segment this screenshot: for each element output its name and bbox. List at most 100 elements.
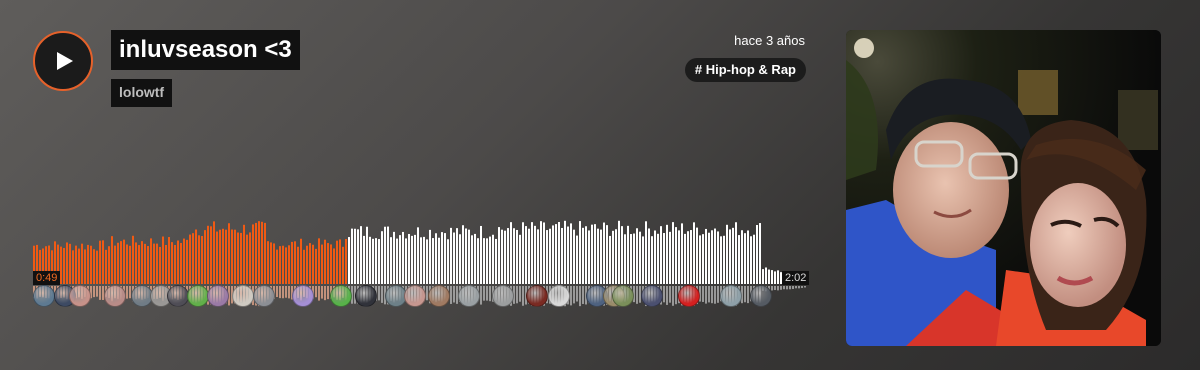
comment-avatar[interactable]: [69, 285, 91, 307]
waveform-bar: [438, 237, 440, 284]
waveform-bar: [540, 221, 542, 284]
waveform-bar: [375, 238, 377, 284]
waveform-bar: [330, 244, 332, 284]
waveform-bar: [258, 221, 260, 284]
comment-avatar[interactable]: [492, 285, 514, 307]
waveform-bar: [513, 228, 515, 284]
waveform-bar: [396, 238, 398, 284]
waveform-bar: [690, 230, 692, 284]
comment-avatar[interactable]: [207, 285, 229, 307]
waveform-bar: [564, 220, 566, 284]
comment-avatar[interactable]: [232, 285, 254, 307]
waveform-bar: [603, 222, 605, 284]
comment-avatar[interactable]: [548, 285, 570, 307]
waveform-bar: [477, 238, 479, 284]
waveform-bar: [507, 228, 509, 284]
waveform-bar: [303, 249, 305, 284]
waveform-bar: [609, 235, 611, 284]
waveform-bar: [102, 240, 104, 284]
waveform-bar: [273, 243, 275, 284]
waveform-bar: [342, 246, 344, 284]
waveform-bar: [687, 231, 689, 284]
waveform-bar: [588, 230, 590, 284]
waveform-bar: [279, 246, 281, 284]
artist-name[interactable]: lolowtf: [111, 79, 173, 107]
waveform-bar: [90, 245, 92, 284]
waveform-bar: [300, 238, 302, 284]
waveform-bar: [576, 235, 578, 284]
comment-avatar[interactable]: [253, 285, 275, 307]
waveform-bar: [714, 228, 716, 284]
waveform-bar: [369, 236, 371, 284]
waveform-bar: [591, 224, 593, 284]
waveform-bar: [555, 224, 557, 284]
waveform-bar: [537, 229, 539, 284]
waveform-bar: [120, 241, 122, 284]
waveform-bar: [333, 248, 335, 284]
comment-avatar[interactable]: [641, 285, 663, 307]
track-duration: 2:02: [782, 271, 810, 285]
waveform-bar: [441, 232, 443, 284]
waveform-bar: [516, 229, 518, 284]
waveform-bar: [240, 232, 242, 284]
comment-avatar[interactable]: [167, 285, 189, 307]
waveform-bar: [615, 229, 617, 284]
waveform-bar: [624, 234, 626, 284]
waveform-bar: [543, 222, 545, 284]
waveform-bar: [735, 222, 737, 284]
waveform-bar: [219, 229, 221, 284]
comment-avatar[interactable]: [104, 285, 126, 307]
waveform-bar: [327, 243, 329, 284]
track-title[interactable]: inluvseason <3: [111, 30, 300, 70]
waveform-bar: [771, 270, 773, 284]
waveform-bar: [483, 238, 485, 284]
waveform-bar: [255, 222, 257, 284]
waveform-bar: [498, 227, 500, 284]
waveform-bar: [189, 234, 191, 284]
comment-avatar[interactable]: [678, 285, 700, 307]
waveform-bar: [252, 224, 254, 284]
waveform-bar: [108, 246, 110, 284]
comment-avatar[interactable]: [526, 285, 548, 307]
waveform-bar: [321, 244, 323, 284]
comment-avatar[interactable]: [720, 285, 742, 307]
comment-avatar[interactable]: [355, 285, 377, 307]
waveform-bar: [204, 230, 206, 284]
waveform-bar: [378, 239, 380, 284]
waveform-bar: [675, 227, 677, 284]
waveform-bar: [777, 270, 779, 284]
waveform-bar: [207, 225, 209, 284]
play-button[interactable]: [33, 31, 93, 91]
waveform-bar: [81, 243, 83, 284]
waveform-bar: [111, 236, 113, 284]
waveform-bar: [267, 241, 269, 284]
waveform-bar: [468, 229, 470, 284]
waveform-bar: [552, 225, 554, 284]
waveform-bar: [750, 236, 752, 284]
comment-avatar[interactable]: [750, 285, 772, 307]
waveform-bar: [525, 226, 527, 284]
genre-tag[interactable]: # Hip-hop & Rap: [684, 58, 806, 82]
comment-avatar[interactable]: [458, 285, 480, 307]
waveform-bar: [465, 228, 467, 284]
waveform-bar: [612, 230, 614, 284]
waveform-bar: [357, 229, 359, 284]
waveform-bar: [69, 243, 71, 284]
waveform-bar: [732, 227, 734, 284]
waveform-bar: [159, 246, 161, 284]
waveform-bar: [318, 238, 320, 284]
comment-avatar[interactable]: [404, 285, 426, 307]
comment-avatar[interactable]: [187, 285, 209, 307]
comment-avatar[interactable]: [292, 285, 314, 307]
waveform-bar: [696, 227, 698, 284]
comment-avatar[interactable]: [612, 285, 634, 307]
waveform-bar: [618, 220, 620, 284]
waveform-bar: [594, 224, 596, 284]
waveform-bar: [723, 235, 725, 284]
comment-avatar[interactable]: [330, 285, 352, 307]
waveform-bar: [738, 235, 740, 284]
comment-avatar[interactable]: [428, 285, 450, 307]
waveform-bar: [756, 225, 758, 284]
waveform-bar: [363, 235, 365, 284]
comment-avatar[interactable]: [33, 285, 55, 307]
